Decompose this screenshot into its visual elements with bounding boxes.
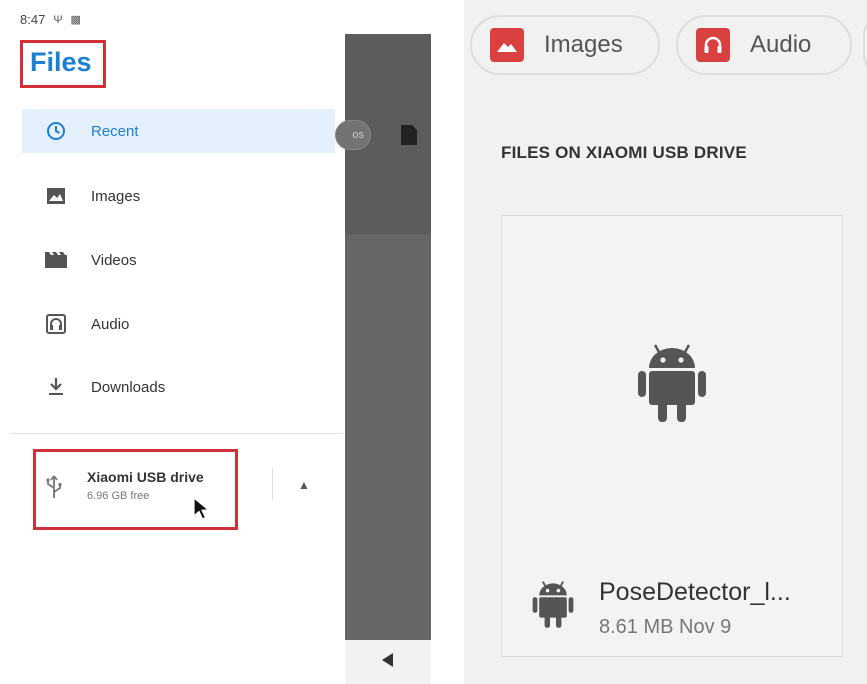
nav-item-videos[interactable]: Videos [22,238,335,282]
nav-label: Audio [91,315,130,333]
nav-item-downloads[interactable]: Downloads [22,365,335,409]
back-icon[interactable] [379,651,397,674]
nav-item-images[interactable]: Images [22,174,335,218]
image-icon [44,184,68,208]
android-thumbnail-icon [637,344,707,429]
video-icon [44,248,68,272]
android-icon [532,580,574,635]
file-name: PoseDetector_l... [599,578,791,606]
app-title: Files [30,47,92,77]
notification-icon: ▩ [70,14,81,26]
content-scrim[interactable]: os [335,34,431,684]
status-time: 8:47 [20,12,46,27]
file-meta: 8.61 MB Nov 9 [599,616,732,638]
nav-label: Recent [91,122,139,140]
section-title: FILES ON XIAOMI USB DRIVE [501,143,747,162]
status-bar: 8:47 Ψ ▩ [20,12,81,27]
eject-icon[interactable]: ▲ [298,478,310,492]
system-nav-bar [345,640,431,684]
zoomed-content-panel: Images Audio FILES ON XIAOMI USB DRIVE P… [464,0,867,684]
storage-name[interactable]: Xiaomi USB drive [87,469,204,485]
nav-item-audio[interactable]: Audio [22,302,335,346]
nav-label: Downloads [91,378,166,396]
file-card[interactable]: PoseDetector_l... 8.61 MB Nov 9 [501,215,843,657]
chip-label: Audio [750,31,812,58]
chip-audio[interactable]: Audio [676,15,852,75]
nav-item-recent[interactable]: Recent [22,109,335,153]
headphones-icon [696,28,730,62]
audio-icon [44,312,68,336]
image-icon [490,28,524,62]
chip-partial[interactable] [863,15,867,75]
scrim-chip: os [335,120,371,150]
nav-label: Videos [91,251,137,269]
storage-free-space: 6.96 GB free [87,490,150,502]
download-icon [44,375,68,399]
eject-separator [272,468,273,500]
drawer-divider [10,433,343,434]
navigation-drawer: 8:47 Ψ ▩ Files Recent Images Videos Audi… [0,0,345,684]
usb-status-icon: Ψ [53,13,63,26]
usb-icon [45,474,63,500]
document-icon [400,124,418,151]
chip-label: Images [544,31,623,58]
clock-icon [44,119,68,143]
chip-images[interactable]: Images [470,15,660,75]
nav-label: Images [91,187,141,205]
mouse-cursor-icon [192,496,212,522]
